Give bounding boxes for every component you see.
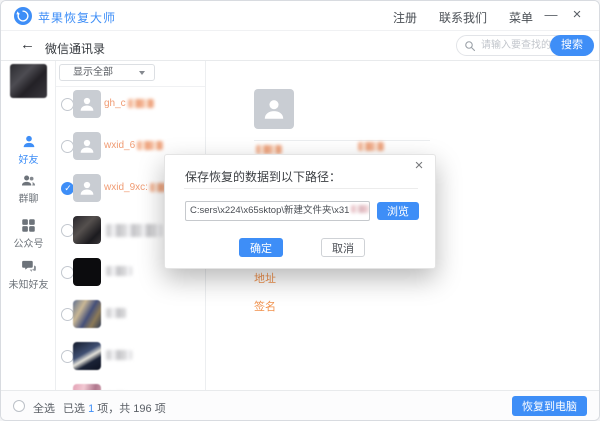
grid-icon <box>21 218 36 233</box>
cancel-button[interactable]: 取消 <box>321 238 365 257</box>
sidebar-item-unknown-friends[interactable]: 未知好友 <box>1 259 56 291</box>
censored-text <box>106 266 132 276</box>
censored-value <box>358 142 384 151</box>
sidebar: 好友 群聊 公众号 未知好友 <box>1 61 56 392</box>
ok-button[interactable]: 确定 <box>239 238 283 257</box>
contact-avatar <box>73 132 101 160</box>
contact-name <box>104 350 132 360</box>
signature-label: 签名 <box>254 298 276 314</box>
toolbar: ← 微信通讯录 搜索 <box>1 31 599 61</box>
sidebar-item-official-accounts[interactable]: 公众号 <box>1 218 56 250</box>
sidebar-item-label: 未知好友 <box>1 276 56 291</box>
filter-dropdown[interactable]: 显示全部 <box>59 64 155 81</box>
address-label: 地址 <box>254 270 276 286</box>
chevron-down-icon <box>139 71 145 75</box>
censored-text <box>128 99 154 108</box>
divider <box>184 188 418 189</box>
contact-avatar <box>73 174 101 202</box>
back-arrow-icon[interactable]: ← <box>20 36 35 53</box>
search-icon <box>464 40 476 52</box>
chat-bubbles-icon <box>21 259 37 274</box>
top-bar: 苹果恢复大师 注册 联系我们 菜单 — × <box>1 1 599 31</box>
menu-main[interactable]: 菜单 <box>509 9 533 26</box>
app-title: 苹果恢复大师 <box>38 9 116 26</box>
profile-avatar <box>10 64 47 98</box>
contact-name: gh_c <box>104 98 154 109</box>
recover-to-pc-button[interactable]: 恢复到电脑 <box>512 396 587 416</box>
divider <box>254 140 430 141</box>
sidebar-item-label: 好友 <box>1 151 56 166</box>
censored-text <box>106 350 132 360</box>
browse-button[interactable]: 浏览 <box>377 202 419 220</box>
contact-name <box>104 266 132 276</box>
contact-name <box>104 308 126 318</box>
sidebar-item-label: 公众号 <box>1 235 56 250</box>
top-menu: 注册 联系我们 菜单 <box>393 9 533 26</box>
contact-row[interactable] <box>56 293 206 335</box>
censored-text <box>137 141 163 150</box>
minimize-button[interactable]: — <box>541 5 561 25</box>
filter-dropdown-label: 显示全部 <box>73 67 113 78</box>
selection-stats: 已选 1 项，共 196 项 <box>63 400 166 416</box>
censored-text <box>106 224 162 237</box>
dialog-title: 保存恢复的数据到以下路径： <box>185 168 341 185</box>
search-box: 搜索 <box>456 35 594 56</box>
contact-avatar <box>73 90 101 118</box>
censored-text <box>106 308 126 318</box>
page-title: 微信通讯录 <box>45 40 105 57</box>
dialog-close-icon[interactable]: × <box>411 157 427 174</box>
menu-register[interactable]: 注册 <box>393 9 417 26</box>
sidebar-item-label: 群聊 <box>1 190 56 205</box>
contact-avatar <box>73 342 101 370</box>
sidebar-item-groups[interactable]: 群聊 <box>1 173 56 205</box>
contact-row[interactable] <box>56 335 206 377</box>
save-path-dialog: × 保存恢复的数据到以下路径： C:sers\x224\x65sktop\新建文… <box>164 154 436 269</box>
people-icon <box>20 173 37 188</box>
censored-text <box>351 205 370 213</box>
footer-bar: 全选 已选 1 项，共 196 项 恢复到电脑 <box>1 390 599 420</box>
menu-contact-us[interactable]: 联系我们 <box>439 9 487 26</box>
contact-avatar <box>73 300 101 328</box>
contact-avatar <box>73 258 101 286</box>
app-logo-icon <box>14 7 32 25</box>
select-all-label[interactable]: 全选 <box>33 400 55 416</box>
app-window: 苹果恢复大师 注册 联系我们 菜单 — × ← 微信通讯录 搜索 好友 <box>0 0 600 421</box>
detail-avatar <box>254 89 294 129</box>
close-button[interactable]: × <box>567 5 587 25</box>
search-button[interactable]: 搜索 <box>550 35 594 56</box>
contact-avatar <box>73 216 101 244</box>
contact-row[interactable]: gh_c <box>56 83 206 125</box>
censored-value <box>256 145 282 154</box>
contact-name <box>104 224 162 237</box>
path-input[interactable]: C:sers\x224\x65sktop\新建文件夹\x31's iPhon <box>185 201 370 221</box>
sidebar-item-friends[interactable]: 好友 <box>1 134 56 166</box>
select-all-checkbox[interactable] <box>13 400 25 412</box>
person-icon <box>21 134 37 149</box>
contact-name: wxid_6 <box>104 140 163 151</box>
